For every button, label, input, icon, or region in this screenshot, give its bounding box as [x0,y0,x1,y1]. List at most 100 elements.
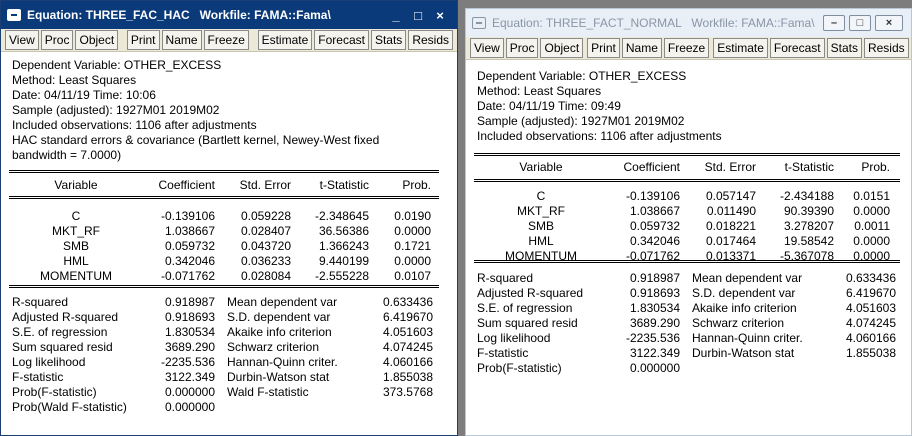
stat-value: -2235.536 [160,355,215,369]
table-rule [474,262,900,263]
header-line: Date: 04/11/19 Time: 09:49 [477,99,621,113]
stat-label: Hannan-Quinn criter. [692,331,803,345]
print-button[interactable]: Print [587,38,620,58]
freeze-button[interactable]: Freeze [663,38,710,58]
stat-value: 1.830534 [164,325,215,339]
equation-window-hac[interactable]: Equation: THREE_FAC_HAC Workfile: FAMA::… [0,0,458,436]
forecast-button[interactable]: Forecast [314,30,369,50]
header-line: Date: 04/11/19 Time: 10:06 [12,88,156,102]
stat-value: 3122.349 [164,370,215,384]
coefficient-cell: 0.0151 [853,189,890,203]
stat-value: 4.074245 [845,316,896,330]
table-rule [474,153,900,154]
equation-icon [472,17,486,29]
coefficient-cell: 1.038667 [164,224,215,238]
print-button[interactable]: Print [126,30,160,50]
coefficient-cell: 0.0011 [854,219,890,233]
stats-button[interactable]: Stats [826,38,862,58]
header-line: Sample (adjusted): 1927M01 2019M02 [477,114,685,128]
estimate-button[interactable]: Estimate [713,38,768,58]
stat-label: Akaike info criterion [692,301,797,315]
coefficient-cell: -0.139106 [160,209,215,223]
stat-label: F-statistic [477,346,529,360]
coefficient-cell: 0.018221 [705,219,756,233]
variable-name: HML [63,254,89,268]
object-button[interactable]: Object [75,30,119,50]
header-line: Dependent Variable: OTHER_EXCESS [477,69,687,83]
stat-value: -2235.536 [625,331,680,345]
maximize-button[interactable]: □ [409,7,427,23]
stat-label: S.E. of regression [477,301,573,315]
table-rule [9,198,439,199]
view-button[interactable]: View [470,38,504,58]
resids-button[interactable]: Resids [408,30,453,50]
table-rule [9,196,439,197]
stat-label: Hannan-Quinn criter. [227,355,338,369]
title-bar[interactable]: Equation: THREE_FACT_NORMAL Workfile: FA… [466,9,911,37]
toolbar: View Proc Object Print Name Freeze Estim… [466,37,911,60]
stat-value: 4.051603 [382,325,433,339]
stat-label: Schwarz criterion [692,316,785,330]
stat-value: 0.000000 [629,361,680,375]
maximize-button[interactable]: □ [849,15,871,31]
stat-label: F-statistic [12,370,64,384]
resids-button[interactable]: Resids [863,38,909,58]
window-title: Equation: THREE_FACT_NORMAL Workfile: FA… [492,16,815,30]
stats-button[interactable]: Stats [370,30,407,50]
header-line: Method: Least Squares [477,84,602,98]
coefficient-cell: -2.555228 [314,269,369,283]
proc-button[interactable]: Proc [505,38,539,58]
col-t-statistic-header: t-Statistic [319,178,369,192]
variable-name: MOMENTUM [40,269,112,283]
table-rule [474,181,900,182]
close-button[interactable]: × [431,7,449,23]
stat-value: 6.419670 [382,310,433,324]
view-button[interactable]: View [5,30,39,50]
coefficient-cell: -2.348645 [314,209,369,223]
proc-button[interactable]: Proc [40,30,74,50]
header-line: Included observations: 1106 after adjust… [12,118,257,132]
variable-name: C [71,209,81,223]
minimize-button[interactable]: _ [387,7,405,23]
stat-label: Adjusted R-squared [12,310,119,324]
coefficient-cell: -2.434188 [779,189,834,203]
coefficient-cell: 19.58542 [783,234,834,248]
freeze-button[interactable]: Freeze [203,30,249,50]
header-line: Sample (adjusted): 1927M01 2019M02 [12,103,220,117]
stat-label: Sum squared resid [477,316,578,330]
stat-value: 4.060166 [845,331,896,345]
stat-label: Durbin-Watson stat [692,346,795,360]
col-variable-header: Variable [54,178,98,192]
coefficient-cell: 0.043720 [240,239,291,253]
minimize-button[interactable]: – [823,15,845,31]
coefficient-cell: 9.440199 [318,254,369,268]
stat-value: 4.051603 [845,301,896,315]
table-rule [9,287,439,288]
object-button[interactable]: Object [540,38,584,58]
title-bar[interactable]: Equation: THREE_FAC_HAC Workfile: FAMA::… [1,1,457,29]
coefficient-cell: 0.0107 [394,269,431,283]
name-button[interactable]: Name [161,30,202,50]
stat-value: 0.918987 [629,271,680,285]
close-button[interactable]: × [875,15,903,31]
coefficient-cell: 0.017464 [705,234,756,248]
coefficient-cell: 0.0000 [394,224,431,238]
stat-label: R-squared [12,295,69,309]
coefficient-cell: -0.139106 [625,189,680,203]
stat-label: S.D. dependent var [227,310,331,324]
coefficient-cell: 0.342046 [164,254,215,268]
col-t-statistic-header: t-Statistic [784,160,834,174]
stat-label: Prob(F-statistic) [12,385,97,399]
coefficient-cell: 0.1721 [394,239,431,253]
name-button[interactable]: Name [621,38,662,58]
stat-value: 3689.290 [629,316,680,330]
stat-value: 3689.290 [164,340,215,354]
stat-label: Durbin-Watson stat [227,370,330,384]
coefficient-cell: 0.0000 [853,204,890,218]
forecast-button[interactable]: Forecast [769,38,825,58]
estimate-button[interactable]: Estimate [257,30,313,50]
coefficient-cell: 0.059732 [164,239,215,253]
equation-window-normal[interactable]: Equation: THREE_FACT_NORMAL Workfile: FA… [465,8,912,436]
equation-icon [7,9,21,21]
stat-value: 0.000000 [164,400,215,414]
